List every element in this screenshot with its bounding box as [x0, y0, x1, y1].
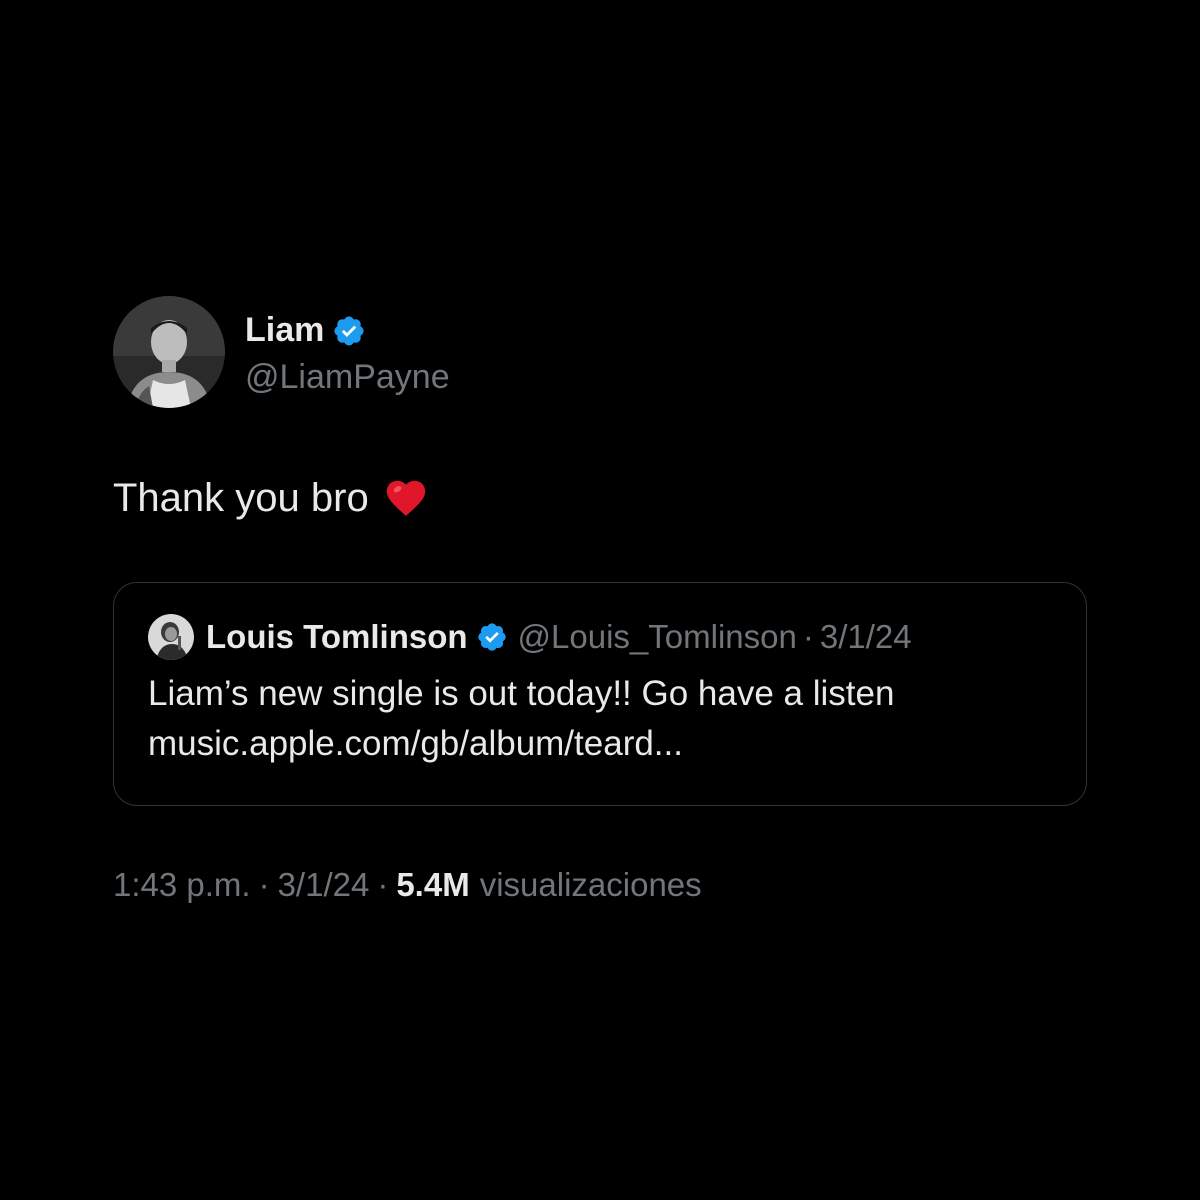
views-count: 5.4M: [396, 866, 470, 903]
tweet-time[interactable]: 1:43 p.m.: [113, 866, 251, 904]
profile-photo-icon: [113, 296, 225, 408]
views-label: visualizaciones: [479, 866, 702, 903]
author-names: Liam @LiamPayne: [245, 308, 450, 397]
red-heart-icon: [383, 475, 429, 521]
tweet-header: Liam @LiamPayne: [113, 296, 1087, 408]
author-name-row: Liam: [245, 308, 450, 354]
verified-badge-icon: [332, 314, 366, 348]
quoted-author-name: Louis Tomlinson: [206, 618, 468, 655]
tweet-text: Thank you bro: [113, 472, 1087, 524]
quoted-author-handle: @Louis_Tomlinson: [517, 618, 797, 655]
verified-badge-icon: [476, 621, 508, 653]
author-display-name[interactable]: Liam: [245, 311, 324, 350]
quoted-tweet-text: Liam’s new single is out today!! Go have…: [148, 674, 895, 713]
tweet-metadata: 1:43 p.m. · 3/1/24 · 5.4M visualizacione…: [113, 866, 1087, 904]
tweet-text-content: Thank you bro: [113, 476, 369, 520]
author-avatar[interactable]: [113, 296, 225, 408]
quoted-tweet-link[interactable]: music.apple.com/gb/album/teard...: [148, 719, 1052, 769]
quoted-tweet-header: Louis Tomlinson @Louis_Tomlinson · 3/1/2…: [148, 609, 1052, 665]
author-handle[interactable]: @LiamPayne: [245, 358, 450, 397]
separator-dot: ·: [258, 866, 270, 903]
separator-dot: ·: [802, 618, 814, 655]
tweet: Liam @LiamPayne Thank you bro Louis Toml…: [113, 296, 1087, 904]
profile-photo-icon: [148, 614, 194, 660]
quoted-tweet-date: 3/1/24: [819, 618, 912, 655]
separator-dot: ·: [377, 866, 389, 903]
tweet-date[interactable]: 3/1/24: [278, 866, 370, 904]
quoted-tweet-card[interactable]: Louis Tomlinson @Louis_Tomlinson · 3/1/2…: [113, 582, 1087, 806]
quoted-author-avatar: [148, 614, 194, 660]
